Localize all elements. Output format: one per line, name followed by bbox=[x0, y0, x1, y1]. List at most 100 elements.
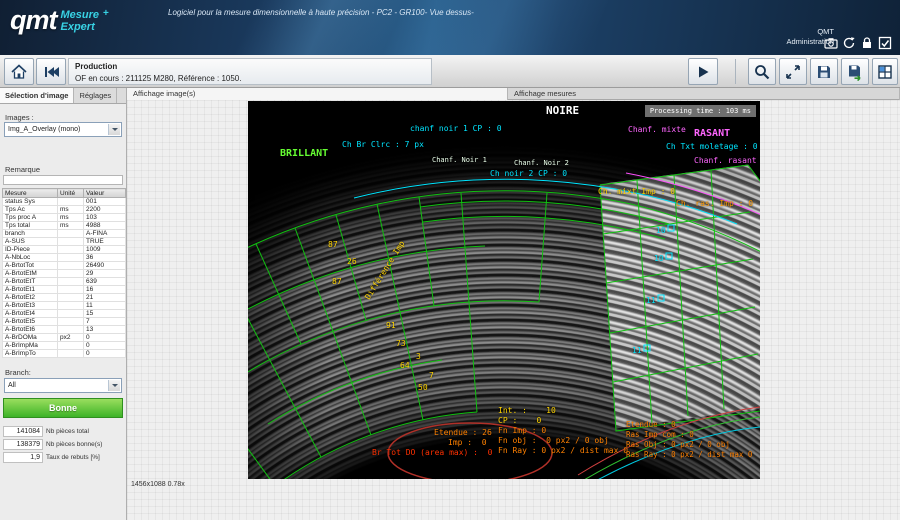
table-row[interactable]: status Sys001 bbox=[3, 198, 126, 206]
image-annotation: 87 bbox=[332, 278, 342, 286]
column-header[interactable]: Unité bbox=[58, 189, 84, 198]
table-row[interactable]: A-BrtotEt415 bbox=[3, 310, 126, 318]
table-cell bbox=[58, 278, 84, 286]
table-row[interactable]: Tps totalms4988 bbox=[3, 222, 126, 230]
tab-selection-image[interactable]: Sélection d'image bbox=[0, 88, 74, 103]
measurement-image-viewer[interactable]: NOIREBRILLANTRASANTchanf noir 1 CP : 0Ch… bbox=[248, 101, 760, 479]
tab-affichage-images[interactable]: Affichage image(s) bbox=[127, 88, 508, 100]
table-row[interactable]: A-BrtotEtT 639 bbox=[3, 278, 126, 286]
part-status-button[interactable]: Bonne bbox=[3, 398, 123, 418]
table-cell bbox=[58, 238, 84, 246]
image-annotation: 50 bbox=[418, 384, 428, 392]
layout-grid-button[interactable] bbox=[872, 58, 898, 85]
image-annotation: Chanf. rasant bbox=[694, 157, 757, 165]
image-annotation: 26 bbox=[347, 258, 357, 266]
image-annotation: chanf noir 1 CP : 0 bbox=[410, 125, 502, 133]
sync-icon[interactable] bbox=[842, 36, 856, 50]
image-annotation: Etendue : 0 bbox=[626, 421, 676, 429]
column-header[interactable]: Valeur bbox=[84, 189, 126, 198]
chevron-down-icon[interactable] bbox=[108, 124, 120, 135]
search-icon bbox=[753, 63, 771, 81]
table-row[interactable]: Tps proc Ams103 bbox=[3, 214, 126, 222]
table-cell: 639 bbox=[84, 278, 126, 286]
play-button[interactable] bbox=[688, 58, 718, 85]
image-annotation: Imp : 0 bbox=[448, 439, 487, 447]
table-cell: 7 bbox=[84, 318, 126, 326]
table-cell: A-BrtotEtM bbox=[3, 270, 58, 278]
toolbar-separator bbox=[735, 59, 736, 84]
table-cell: 36 bbox=[84, 254, 126, 262]
table-cell: 16 bbox=[84, 286, 126, 294]
table-cell: branch bbox=[3, 230, 58, 238]
image-annotation: Ch noir 2 CP : 0 bbox=[490, 170, 567, 178]
window-grid-icon bbox=[876, 63, 894, 81]
image-select[interactable]: Img_A_Overlay (mono) bbox=[4, 122, 122, 137]
image-annotation: BRILLANT bbox=[280, 149, 328, 159]
image-annotation: Chanf. mixte bbox=[628, 126, 686, 134]
image-annotation: Ras Imp com : 0 bbox=[626, 431, 694, 439]
table-cell: A-BrImpMa bbox=[3, 342, 58, 350]
fit-view-button[interactable] bbox=[779, 58, 807, 85]
table-row[interactable]: Tps Acms2200 bbox=[3, 206, 126, 214]
tab-affichage-mesures[interactable]: Affichage mesures bbox=[508, 88, 900, 100]
table-cell: ms bbox=[58, 222, 84, 230]
table-row[interactable]: ID-Piece1009 bbox=[3, 246, 126, 254]
export-button[interactable] bbox=[841, 58, 869, 85]
image-select-value: Img_A_Overlay (mono) bbox=[8, 126, 80, 133]
skip-back-icon bbox=[42, 63, 60, 81]
measure-table-head-row: MesureUnitéValeur bbox=[3, 189, 126, 198]
table-cell: 11 bbox=[84, 302, 126, 310]
table-row[interactable]: A-BrtotEt1 16 bbox=[3, 286, 126, 294]
table-row[interactable]: A-BrtotEt57 bbox=[3, 318, 126, 326]
checkbox-icon[interactable] bbox=[878, 36, 892, 50]
table-cell: A-BrtotEt4 bbox=[3, 310, 58, 318]
table-row[interactable]: A-SUSTRUE bbox=[3, 238, 126, 246]
search-button[interactable] bbox=[748, 58, 776, 85]
logo-mesure-text: Mesure bbox=[61, 10, 100, 22]
work-order-line: OF en cours : 211125 M280, Référence : 1… bbox=[75, 73, 425, 85]
table-cell: A-BrtotEt1 bbox=[3, 286, 58, 294]
branch-select[interactable]: All bbox=[4, 378, 122, 393]
table-row[interactable]: A-BrtotTot26490 bbox=[3, 262, 126, 270]
resize-arrows-icon bbox=[784, 63, 802, 81]
table-row[interactable]: A-BrtotEtM29 bbox=[3, 270, 126, 278]
camera-icon[interactable] bbox=[824, 36, 838, 50]
table-cell: A-BrImpTo bbox=[3, 350, 58, 358]
table-cell bbox=[58, 198, 84, 206]
image-canvas-background: NOIREBRILLANTRASANTchanf noir 1 CP : 0Ch… bbox=[127, 100, 900, 520]
column-header[interactable]: Mesure bbox=[3, 189, 58, 198]
table-row[interactable]: A-NbLoc36 bbox=[3, 254, 126, 262]
skip-back-button[interactable] bbox=[36, 58, 66, 85]
table-row[interactable]: A-BrtotEt221 bbox=[3, 294, 126, 302]
table-row[interactable]: A-BrDOMapx20 bbox=[3, 334, 126, 342]
remarque-input[interactable] bbox=[3, 175, 123, 185]
production-label: Production bbox=[75, 62, 117, 71]
image-annotation: 91 bbox=[386, 322, 396, 330]
table-cell bbox=[58, 230, 84, 238]
table-cell: A-BrtotEt6 bbox=[3, 326, 58, 334]
table-cell: 1009 bbox=[84, 246, 126, 254]
table-cell bbox=[58, 326, 84, 334]
table-row[interactable]: A-BrtotEt6 13 bbox=[3, 326, 126, 334]
table-row[interactable]: A-BrImpMa0 bbox=[3, 342, 126, 350]
save-button[interactable] bbox=[810, 58, 838, 85]
home-button[interactable] bbox=[4, 58, 34, 85]
table-cell: TRUE bbox=[84, 238, 126, 246]
image-annotation: Chanf. Noir 1 bbox=[432, 157, 487, 164]
chevron-down-icon[interactable] bbox=[108, 380, 120, 391]
table-row[interactable]: A-BrtotEt311 bbox=[3, 302, 126, 310]
table-cell: 0 bbox=[84, 334, 126, 342]
table-cell: 103 bbox=[84, 214, 126, 222]
lock-icon[interactable] bbox=[860, 36, 874, 50]
header-icon-bar bbox=[824, 36, 892, 50]
images-label: Images : bbox=[5, 113, 34, 122]
table-cell bbox=[58, 286, 84, 294]
table-cell bbox=[58, 246, 84, 254]
table-row[interactable]: A-BrImpTo0 bbox=[3, 350, 126, 358]
tab-reglages[interactable]: Réglages bbox=[74, 88, 117, 103]
table-cell: A-BrtotEtT bbox=[3, 278, 58, 286]
production-status-panel: Production OF en cours : 211125 M280, Ré… bbox=[68, 58, 432, 85]
table-cell: A-FINA bbox=[84, 230, 126, 238]
table-cell: 13 bbox=[84, 326, 126, 334]
table-row[interactable]: branch A-FINA bbox=[3, 230, 126, 238]
